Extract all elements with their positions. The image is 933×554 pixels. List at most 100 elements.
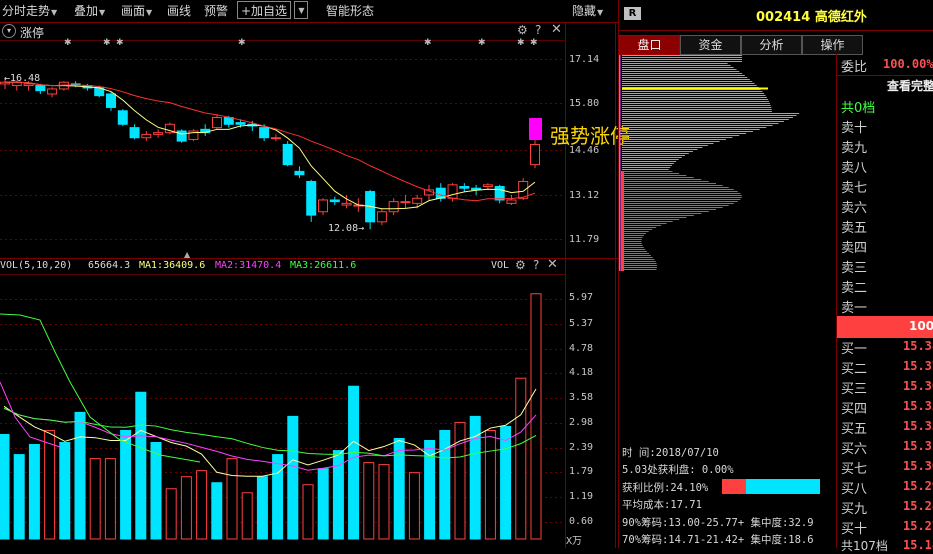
price-tick: 17.14 [569,54,600,65]
price-tick: 11.79 [569,234,600,245]
volume-bar [0,433,10,540]
vol-label: VOL(5,10,20) [0,260,73,271]
vol-tick: 3.58 [569,392,594,403]
sell-level-4[interactable]: 卖四 [841,237,867,256]
sell-level-6[interactable]: 卖六 [841,197,867,216]
close-icon[interactable]: ✕ [551,22,562,37]
candle [530,143,540,166]
scroll-marker-icon[interactable]: ▲ [184,250,190,259]
help-icon[interactable]: ? [533,258,539,272]
webi-label: 委比 [841,60,868,75]
candle [129,127,140,139]
volume-bar [530,293,542,540]
watchlist-dropdown-button[interactable]: ▼ [294,1,308,19]
candle [47,88,58,95]
menu-overlay[interactable]: 叠加▼ [74,2,105,19]
settings-icon[interactable]: ⚙ [517,23,528,37]
buy-price-6: 15.31 [903,439,933,453]
buy-level-7[interactable]: 买七 [841,458,867,477]
mid-price-bar: 100 [837,316,933,338]
buy-level-1[interactable]: 买一 [841,338,867,357]
candle [235,122,246,125]
menu-draw[interactable]: 画线 [167,2,191,19]
r-badge[interactable]: R [624,7,641,20]
candle [306,180,317,216]
buy-level-3[interactable]: 买三 [841,378,867,397]
tab-order-book[interactable]: 盘口 [619,35,680,55]
tab-analysis[interactable]: 分析 [741,35,802,55]
candle [35,85,46,92]
candle [141,133,152,139]
vol-ma1: MA1:36409.6 [139,260,206,271]
vol-tick: 1.79 [569,466,594,477]
buy-level-4[interactable]: 买四 [841,398,867,417]
event-marker-icon[interactable]: ✱ [530,38,538,48]
buy-level-9[interactable]: 买九 [841,498,867,517]
event-marker-icon[interactable]: ✱ [517,38,525,48]
webi-value: 100.00% [883,57,933,71]
kline-label: 涨停 [20,26,45,40]
sell-level-8[interactable]: 卖八 [841,157,867,176]
sell-level-3[interactable]: 卖三 [841,257,867,276]
event-marker-icon[interactable]: ✱ [64,38,72,48]
candle [117,110,128,125]
candle [176,130,187,142]
stock-title: 002414 高德红外 [756,10,867,25]
tab-funds[interactable]: 资金 [680,35,741,55]
buy-level-8[interactable]: 买八 [841,478,867,497]
buy-price-5: 15.33 [903,419,933,433]
buy-level-6[interactable]: 买六 [841,438,867,457]
volume-bar [74,411,86,540]
hide-button[interactable]: 隐藏▼ [572,2,603,19]
tab-trade[interactable]: 操作 [802,35,863,55]
sell-level-1[interactable]: 卖一 [841,297,867,316]
candle [412,197,423,204]
candle [482,184,493,188]
volume-bar [89,458,101,540]
sell-level-7[interactable]: 卖七 [841,177,867,196]
sell-level-9[interactable]: 卖九 [841,137,867,156]
sell-level-10[interactable]: 卖十 [841,117,867,136]
buy-level-10[interactable]: 买十 [841,518,867,537]
vol-right-label: VOL [491,260,510,271]
menu-smart-pattern[interactable]: 智能形态 [326,2,374,19]
menu-view[interactable]: 画面▼ [121,2,152,19]
order-book: 委比 100.00% 查看完整 共0档 卖十 卖九 卖八 卖七 卖六 卖五 卖四 卖三 卖二 卖一… [836,54,933,553]
volume-bar [165,488,177,540]
low-price-annotation: 12.08→ [328,223,365,234]
volume-bar [44,429,56,540]
level-count: 共0档 [841,101,876,116]
event-marker-icon[interactable]: ✱ [478,38,486,48]
buy-level-5[interactable]: 买五 [841,418,867,437]
vol-tick: 0.60 [569,516,594,527]
menu-alert[interactable]: 预警 [204,2,228,19]
vol-tick: 5.37 [569,318,594,329]
volume-bar [287,415,299,540]
buy-level-2[interactable]: 买二 [841,358,867,377]
event-marker-icon[interactable]: ✱ [103,38,111,48]
help-icon[interactable]: ? [535,23,541,37]
close-icon[interactable]: ✕ [547,257,558,272]
volume-bar [378,464,390,540]
volume-bar [120,429,132,540]
volume-bar [363,462,375,540]
collapse-icon[interactable]: ▾ [2,24,16,38]
settings-icon[interactable]: ⚙ [515,258,526,272]
sell-level-2[interactable]: 卖二 [841,277,867,296]
volume-bar [408,472,420,540]
event-marker-icon[interactable]: ✱ [238,38,246,48]
total-levels-price: 15.18 [903,538,933,552]
menu-intraday[interactable]: 分时走势▼ [2,2,57,19]
view-all-link[interactable]: 查看完整 [887,77,933,94]
volume-bar [211,482,223,540]
kline-chart[interactable] [0,22,618,548]
event-marker-icon[interactable]: ✱ [424,38,432,48]
volume-bar [28,444,40,540]
vol-tick: 5.97 [569,292,594,303]
event-marker-icon[interactable]: ✱ [116,38,124,48]
buy-price-8: 15.29 [903,479,933,493]
add-watchlist-button[interactable]: +加自选 [237,1,292,19]
volume-bar [226,458,238,540]
price-tick: 13.12 [569,190,600,201]
sell-level-5[interactable]: 卖五 [841,217,867,236]
